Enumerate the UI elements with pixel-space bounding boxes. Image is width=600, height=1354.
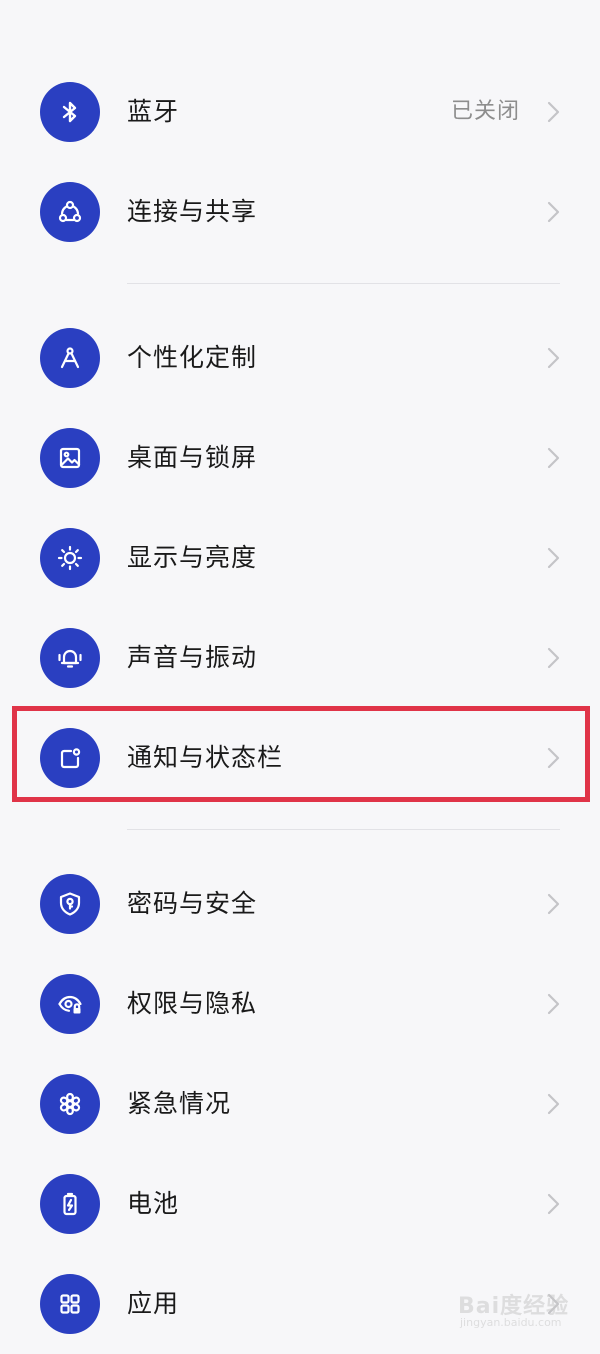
sun-icon <box>40 528 100 588</box>
settings-item-label: 密码与安全 <box>127 889 258 918</box>
chevron-right-icon <box>547 201 560 223</box>
settings-item-connection-sharing[interactable]: 连接与共享 <box>0 162 600 262</box>
settings-item-label: 连接与共享 <box>127 197 258 226</box>
notification-icon <box>40 728 100 788</box>
settings-item-label: 显示与亮度 <box>127 543 258 572</box>
settings-item-label: 权限与隐私 <box>127 989 258 1018</box>
bluetooth-icon <box>40 82 100 142</box>
chevron-right-icon <box>547 347 560 369</box>
settings-item-label: 应用 <box>127 1289 180 1318</box>
settings-item-label: 个性化定制 <box>127 343 258 372</box>
eye-lock-icon <box>40 974 100 1034</box>
settings-item-sound-vibration[interactable]: 声音与振动 <box>0 608 600 708</box>
chevron-right-icon <box>547 993 560 1015</box>
settings-item-password-security[interactable]: 密码与安全 <box>0 854 600 954</box>
chevron-right-icon <box>547 747 560 769</box>
settings-item-bluetooth[interactable]: 蓝牙 已关闭 <box>0 62 600 162</box>
settings-item-display-brightness[interactable]: 显示与亮度 <box>0 508 600 608</box>
compass-icon <box>40 328 100 388</box>
settings-item-label: 通知与状态栏 <box>127 743 284 772</box>
settings-item-battery[interactable]: 电池 <box>0 1154 600 1254</box>
image-icon <box>40 428 100 488</box>
share-icon <box>40 182 100 242</box>
chevron-right-icon <box>547 447 560 469</box>
chevron-right-icon <box>547 893 560 915</box>
shield-icon <box>40 874 100 934</box>
section-divider <box>127 829 560 830</box>
chevron-right-icon <box>547 547 560 569</box>
settings-item-permissions-privacy[interactable]: 权限与隐私 <box>0 954 600 1054</box>
apps-grid-icon <box>40 1274 100 1334</box>
settings-item-label: 蓝牙 <box>127 97 180 126</box>
settings-item-emergency[interactable]: 紧急情况 <box>0 1054 600 1154</box>
settings-item-notifications-statusbar[interactable]: 通知与状态栏 <box>0 708 600 808</box>
settings-item-apps[interactable]: 应用 <box>0 1254 600 1354</box>
chevron-right-icon <box>547 1093 560 1115</box>
settings-item-desktop-lockscreen[interactable]: 桌面与锁屏 <box>0 408 600 508</box>
section-divider <box>127 283 560 284</box>
settings-item-personalization[interactable]: 个性化定制 <box>0 308 600 408</box>
chevron-right-icon <box>547 101 560 123</box>
bell-icon <box>40 628 100 688</box>
chevron-right-icon <box>547 647 560 669</box>
chevron-right-icon <box>547 1193 560 1215</box>
bluetooth-status-value: 已关闭 <box>450 99 520 124</box>
settings-item-label: 声音与振动 <box>127 643 258 672</box>
settings-item-label: 紧急情况 <box>127 1089 232 1118</box>
chevron-right-icon <box>547 1293 560 1315</box>
emergency-icon <box>40 1074 100 1134</box>
battery-icon <box>40 1174 100 1234</box>
settings-item-label: 桌面与锁屏 <box>127 443 258 472</box>
settings-item-label: 电池 <box>127 1189 180 1218</box>
